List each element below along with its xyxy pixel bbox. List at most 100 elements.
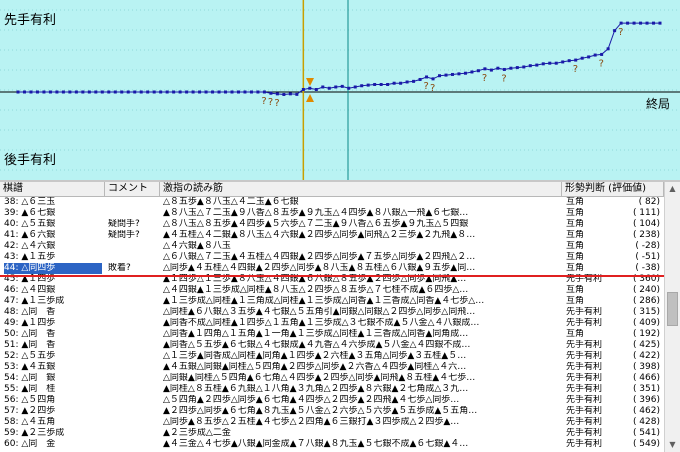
move-cell: 60: △同 金	[4, 439, 56, 449]
eval-point	[120, 90, 124, 94]
value-cell: ( 192)	[632, 329, 660, 339]
move-cell: 41: ▲６六銀	[4, 230, 56, 240]
eval-point	[548, 61, 552, 65]
judgement-cell: 先手有利	[566, 384, 603, 394]
move-cell: 46: △４四銀	[4, 285, 56, 295]
move-table[interactable]: 棋譜 コメント 激指の読み筋 形勢判断 (評価値) 38: △６三玉 △８五歩▲８…	[0, 182, 680, 452]
table-row[interactable]: 60: △同 金 ▲４三金△４七歩▲八銀▲同金成▲７八銀▲８九玉▲５七銀不成▲６七…	[0, 439, 664, 450]
eval-point	[314, 87, 318, 91]
table-row[interactable]: 53: ▲４五銀 ▲４五銀△同銀▲同桂△５四角▲２四歩△同歩▲２六香△４四歩▲同桂…	[0, 362, 664, 373]
move-cell: 51: ▲同 香	[4, 340, 56, 350]
table-row[interactable]: 58: △４五角 △同歩▲８五歩△２五桂▲４七歩△２四角▲６三銀打▲３四歩成△２四…	[0, 417, 664, 428]
eval-point	[249, 90, 253, 94]
judgement-cell: 互角	[566, 208, 585, 218]
eval-point	[502, 67, 506, 71]
header-reading[interactable]: 激指の読み筋	[160, 182, 562, 196]
judgement-cell: 互角	[566, 197, 585, 207]
eval-point	[347, 86, 351, 90]
reading-cell: ▲同桂△８五桂▲６九銀△１八角▲３九角△２四歩▲８六銀▲２七角成△３九…	[163, 384, 469, 394]
reading-cell: △同香▲１四角△１五角▲１一角▲１三歩成△同桂▲１三香成△同香▲同角成…	[163, 329, 469, 339]
eval-point	[100, 90, 104, 94]
move-cell: 42: △４六銀	[4, 241, 56, 251]
eval-point	[561, 60, 565, 64]
eval-point	[22, 90, 26, 94]
value-cell: ( 549)	[632, 439, 660, 449]
judgement-cell: 互角	[566, 296, 585, 306]
scroll-down-arrow-icon[interactable]: ▼	[665, 438, 680, 452]
eval-point	[42, 90, 46, 94]
scroll-up-arrow-icon[interactable]: ▲	[665, 182, 680, 196]
header-comment[interactable]: コメント	[105, 182, 160, 196]
table-row[interactable]: 55: ▲同 桂 ▲同桂△８五桂▲６九銀△１八角▲３九角△２四歩▲８六銀▲２七角成…	[0, 384, 664, 395]
judgement-cell: 先手有利	[566, 428, 603, 438]
header-evaluation[interactable]: 形勢判断 (評価値)	[562, 182, 664, 196]
header-kifu[interactable]: 棋譜	[0, 182, 105, 196]
eval-point	[74, 90, 78, 94]
eval-point	[457, 72, 461, 76]
eval-point	[509, 66, 513, 70]
reading-cell: △同銀▲同桂△５四角▲６七角△４四歩▲２四歩△同歩▲同飛▲８五桂▲４七歩…	[163, 373, 476, 383]
eval-point	[152, 90, 156, 94]
table-row[interactable]: 51: ▲同 香 ▲同香△５五歩▲６七銀△４七銀成▲４九香△４六歩成▲５八金△４四…	[0, 340, 664, 351]
value-cell: ( 428)	[632, 417, 660, 427]
value-cell: ( 409)	[632, 318, 660, 328]
bottom-label: 後手有利	[4, 153, 56, 168]
eval-point	[165, 90, 169, 94]
table-row[interactable]: 49: ▲１四歩 ▲同香不成△同桂▲１四歩△１五角▲１三歩成△３七銀不成▲５八金△…	[0, 318, 664, 329]
eval-point	[606, 47, 610, 51]
eval-point	[224, 90, 228, 94]
value-cell: ( 462)	[632, 406, 660, 416]
move-cell: 40: △５五銀	[4, 219, 56, 229]
evaluation-graph[interactable]: ?????????? 先手有利 後手有利 終局	[0, 0, 680, 180]
table-row[interactable]: 46: △４四銀 △４四銀▲１三歩成△同桂▲８八玉△２四歩△８五歩△７七桂不成▲６…	[0, 285, 664, 296]
eval-point	[567, 59, 571, 63]
table-row[interactable]: 59: ▲２三歩成 ▲２三歩成△二金 先手有利 ( 541)	[0, 428, 664, 439]
evaluation-chart[interactable]: ?????????? 先手有利 後手有利 終局	[0, 0, 680, 180]
move-cell: 47: ▲１三歩成	[4, 296, 65, 306]
move-cell: 54: △同 銀	[4, 373, 56, 383]
table-row[interactable]: 50: △同 香 △同香▲１四角△１五角▲１一角▲１三歩成△同桂▲１三香成△同香▲…	[0, 329, 664, 340]
table-row[interactable]: 47: ▲１三歩成 ▲１三歩成△同桂▲１三角成△同桂▲１三歩成△同香▲１三香成△同…	[0, 296, 664, 307]
table-row[interactable]: 48: △同 香 △同桂▲６八銀△３五歩▲４七銀△５五角引▲同銀△同銀△２四歩△同…	[0, 307, 664, 318]
value-cell: ( 398)	[632, 362, 660, 372]
table-row[interactable]: 54: △同 銀 △同銀▲同桂△５四角▲６七角△４四歩▲２四歩△同歩▲同飛▲８五桂…	[0, 373, 664, 384]
table-row[interactable]: 39: ▲６七銀 ▲８八玉△７二玉▲９八香△８五歩▲９九玉△４四歩▲８八銀△一飛▲…	[0, 208, 664, 219]
table-row[interactable]: 52: △５五歩 △１三歩▲同香成△同桂▲同角▲１四歩▲２六桂▲３五角△同歩▲３五…	[0, 351, 664, 362]
table-row[interactable]: 56: △５四角 △５四角▲２四歩△同歩▲６七角▲４四歩△２四歩▲２四飛▲４七歩△…	[0, 395, 664, 406]
table-row[interactable]: 43: ▲１五歩 △６八銀△７二玉▲４五桂△４四銀▲２四歩△同歩▲７五歩△同歩▲２…	[0, 252, 664, 263]
judgement-cell: 先手有利	[566, 417, 603, 427]
table-row[interactable]: 41: ▲６六銀 疑問手? ▲４五桂△４二銀▲８八玉△４六銀▲２四歩△同歩▲同飛△２…	[0, 230, 664, 241]
eval-point	[113, 90, 117, 94]
value-cell: ( -38)	[635, 263, 660, 273]
eval-point	[217, 90, 221, 94]
eval-point	[652, 21, 656, 25]
table-row[interactable]: 57: ▲２四歩 ▲２四歩△同歩▲６七角▲８九玉▲５八金△２六歩△５六歩▲５五歩成…	[0, 406, 664, 417]
reading-cell: △６八銀△７二玉▲４五桂△４四銀▲２四歩△同歩▲７五歩△同歩▲２四飛△２…	[163, 252, 476, 262]
vertical-scrollbar[interactable]: ▲ ▼	[664, 182, 680, 452]
scroll-thumb[interactable]	[667, 292, 678, 326]
table-row[interactable]: 44: △同四歩 敗着? △同歩▲４五桂△４四銀▲２四歩△同歩▲８八玉▲８五桂△６八…	[0, 263, 664, 274]
table-row[interactable]: 42: △４六銀 △４六銀▲８八玉 互角 ( -28)	[0, 241, 664, 252]
table-row[interactable]: 38: △６三玉 △８五歩▲８八玉△４二玉▲６七銀 互角 ( 82)	[0, 197, 664, 208]
question-mark: ?	[274, 98, 279, 109]
eval-point	[587, 55, 591, 59]
eval-point	[450, 72, 454, 76]
eval-point	[334, 85, 338, 89]
eval-point	[593, 53, 597, 57]
selection-divider	[0, 275, 664, 277]
move-cell: 49: ▲１四歩	[4, 318, 56, 328]
eval-point	[29, 90, 33, 94]
eval-point	[366, 83, 370, 87]
eval-point	[645, 21, 649, 25]
eval-point	[340, 84, 344, 88]
question-mark: ?	[430, 83, 435, 94]
value-cell: ( -51)	[635, 252, 660, 262]
eval-point	[269, 91, 273, 95]
eval-point	[236, 90, 240, 94]
eval-point	[55, 90, 59, 94]
table-row[interactable]: 40: △５五銀 疑問手? △８八玉△８五歩▲４四歩▲５六歩△７二玉▲９八香△６五歩…	[0, 219, 664, 230]
eval-point	[230, 90, 234, 94]
eval-point	[87, 90, 91, 94]
eval-point	[619, 21, 623, 25]
table-rows[interactable]: 38: △６三玉 △８五歩▲８八玉△４二玉▲６七銀 互角( 82) 39: ▲６七銀 ▲…	[0, 197, 664, 452]
